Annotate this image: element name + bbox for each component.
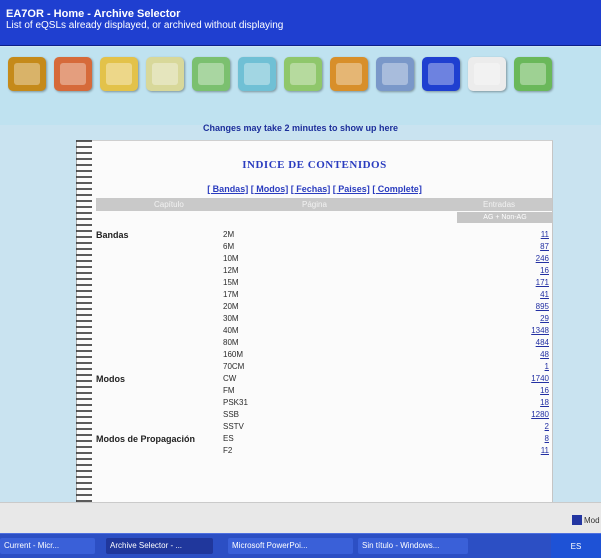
page-label: 6M — [223, 242, 235, 251]
page-label: PSK31 — [223, 398, 248, 407]
window-subtitle: List of eQSLs already displayed, or arch… — [6, 20, 284, 31]
nav-complete-link[interactable]: [ Complete] — [372, 184, 422, 194]
nav-modos-link[interactable]: [ Modos] — [251, 184, 289, 194]
category-label: Modos de Propagación — [96, 434, 196, 444]
mod-button-label: Mod — [584, 516, 600, 525]
entry-count-link[interactable]: 1 — [545, 362, 549, 371]
page-label: SSB — [223, 410, 240, 419]
entry-count-link[interactable]: 11 — [541, 446, 549, 455]
entry-count-link[interactable]: 1740 — [531, 374, 549, 383]
page-label: CW — [223, 374, 237, 383]
page-label: 40M — [223, 326, 239, 335]
s-button-icon[interactable] — [422, 57, 460, 91]
window-titlebar: EA7OR - Home - Archive Selector List of … — [0, 0, 601, 46]
category-label: Bandas — [96, 230, 129, 240]
entry-count-link[interactable]: 11 — [541, 230, 549, 239]
taskbar-item[interactable]: Archive Selector - ... — [106, 538, 213, 554]
bookmark-icon[interactable] — [330, 57, 368, 91]
toolbar — [0, 47, 601, 125]
notebook-spiral — [76, 140, 92, 502]
page-label: 20M — [223, 302, 239, 311]
entry-count-link[interactable]: 246 — [536, 254, 549, 263]
nav-fechas-link[interactable]: [ Fechas] — [291, 184, 331, 194]
page-label: 17M — [223, 290, 239, 299]
cd-icon[interactable] — [376, 57, 414, 91]
entries-subheader: AG + Non-AG — [457, 212, 553, 223]
edit-document-icon[interactable] — [146, 57, 184, 91]
window-title: EA7OR - Home - Archive Selector — [6, 8, 181, 20]
entry-count-link[interactable]: 18 — [540, 398, 549, 407]
page-label: 80M — [223, 338, 239, 347]
bottom-strip — [0, 502, 601, 533]
taskbar: Current - Micr... Archive Selector - ...… — [0, 533, 601, 558]
entry-count-link[interactable]: 1280 — [531, 410, 549, 419]
logout-icon[interactable] — [514, 57, 552, 91]
question-icon[interactable] — [468, 57, 506, 91]
taskbar-item[interactable]: Sin título - Windows... — [358, 538, 468, 554]
folder-icon[interactable] — [100, 57, 138, 91]
delete-folder-icon[interactable] — [54, 57, 92, 91]
entry-count-link[interactable]: 484 — [536, 338, 549, 347]
entry-count-link[interactable]: 87 — [540, 242, 549, 251]
index-notebook — [76, 140, 553, 502]
entry-count-link[interactable]: 171 — [536, 278, 549, 287]
page-label: F2 — [223, 446, 233, 455]
index-table-header: Capítulo Página Entradas — [96, 198, 552, 211]
page-label: 10M — [223, 254, 239, 263]
nav-paises-link[interactable]: [ Paises] — [333, 184, 370, 194]
entry-count-link[interactable]: 2 — [545, 422, 549, 431]
page-label: 70CM — [223, 362, 245, 371]
category-label: Modos — [96, 374, 125, 384]
image-icon[interactable] — [284, 57, 322, 91]
page-label: 12M — [223, 266, 239, 275]
page-label: 160M — [223, 350, 244, 359]
entry-count-link[interactable]: 41 — [540, 290, 549, 299]
entry-count-link[interactable]: 16 — [540, 266, 549, 275]
entry-count-link[interactable]: 29 — [540, 314, 549, 323]
key-icon[interactable] — [8, 57, 46, 91]
taskbar-item[interactable]: Current - Micr... — [0, 538, 95, 554]
column-entradas: Entradas — [483, 200, 516, 209]
page-label: 15M — [223, 278, 239, 287]
page-label: SSTV — [223, 422, 244, 431]
page-label: ES — [223, 434, 234, 443]
window-icon — [572, 515, 582, 525]
page-label: 2M — [223, 230, 235, 239]
entry-count-link[interactable]: 48 — [540, 350, 549, 359]
green-document-icon[interactable] — [192, 57, 230, 91]
taskbar-item[interactable]: Microsoft PowerPoi... — [228, 538, 353, 554]
nav-bandas-link[interactable]: [ Bandas] — [207, 184, 248, 194]
system-tray: ES — [551, 534, 601, 558]
entry-count-link[interactable]: 895 — [536, 302, 549, 311]
index-title: INDICE DE CONTENIDOS — [242, 159, 387, 171]
entry-count-link[interactable]: 1348 — [531, 326, 549, 335]
entry-count-link[interactable]: 16 — [540, 386, 549, 395]
pencil-icon[interactable] — [238, 57, 276, 91]
entry-count-link[interactable]: 8 — [545, 434, 549, 443]
page-label: FM — [223, 386, 235, 395]
column-capitulo: Capítulo — [154, 200, 184, 209]
mod-button[interactable]: Mod — [572, 515, 600, 525]
page-label: 30M — [223, 314, 239, 323]
update-notice: Changes may take 2 minutes to show up he… — [202, 123, 399, 133]
column-pagina: Página — [302, 200, 327, 209]
index-nav: [ Bandas] [ Modos] [ Fechas] [ Paises] [… — [76, 184, 553, 194]
